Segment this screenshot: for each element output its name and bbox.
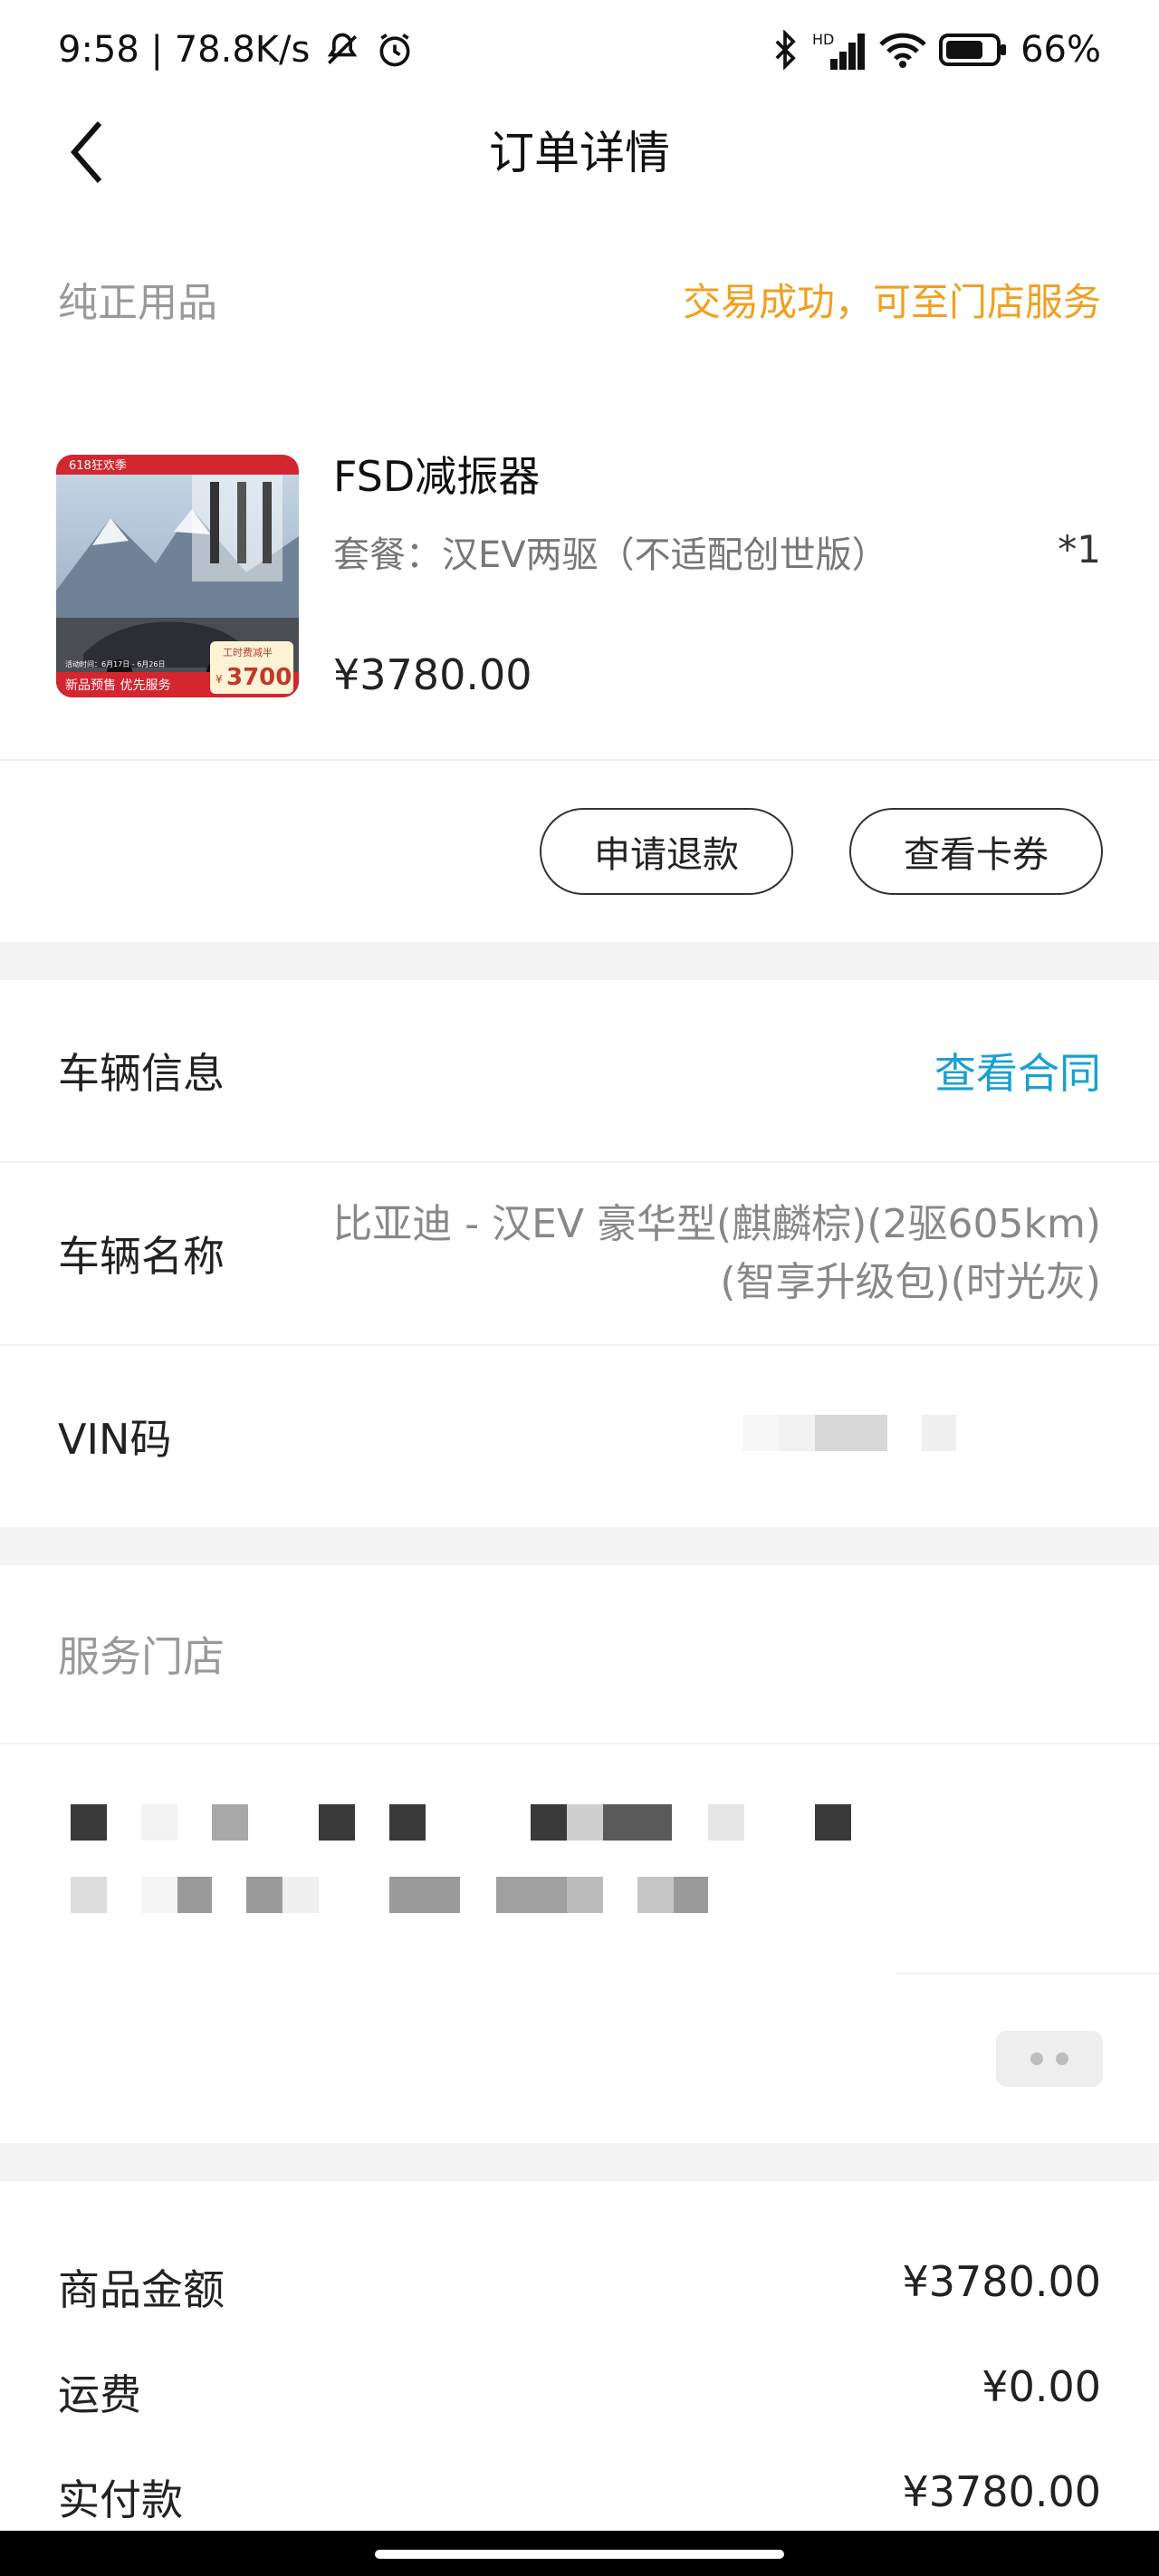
product-price: ¥3780.00 [333,650,532,699]
subtotal-label: 商品金额 [58,2265,225,2314]
section-gap [0,942,1159,980]
product-category: 纯正用品 [58,280,217,326]
product-quantity: *1 [1058,527,1101,572]
top-bar: 订单详情 [0,100,1159,199]
vehicle-name-value: 比亚迪 - 汉EV 豪华型(麒麟棕)(2驱605km) (智享升级包)(时光灰) [332,1196,1101,1312]
divider [0,759,1159,761]
battery-percent: 66% [1020,29,1101,71]
more-button[interactable] [996,2031,1103,2087]
mute-icon [322,30,362,70]
image-banner: 新品预售 优先服务 [65,678,170,693]
status-time: 9:58 | 78.8K/s [58,29,311,71]
order-status-text: 交易成功，可至门店服务 [682,279,1101,324]
image-date: 活动时间：6月17日 - 6月26日 [65,659,166,668]
view-contract-link[interactable]: 查看合同 [934,1041,1101,1101]
order-status-row: 纯正用品 交易成功，可至门店服务 [0,245,1159,353]
product-spec: 套餐：汉EV两驱（不适配创世版） [333,534,888,576]
back-button[interactable] [53,116,125,188]
divider [896,1973,1159,1975]
product-card[interactable]: 618狂欢季 新品预售 优先服务 工时费减半 ¥ 3700 活动时间：6月17日… [0,444,1159,716]
page-title: 订单详情 [489,127,670,179]
vin-row: VIN码 [0,1346,1159,1527]
dot-icon [1056,2052,1068,2065]
battery-icon [939,32,1008,68]
image-promo-price: 3700 [226,664,292,691]
vehicle-section-title: 车辆信息 [58,1049,225,1098]
product-image: 618狂欢季 新品预售 优先服务 工时费减半 ¥ 3700 活动时间：6月17日… [56,455,299,697]
section-gap [0,2143,1159,2181]
alarm-icon [375,30,415,70]
shipping-value: ¥0.00 [982,2362,1101,2411]
divider [0,1743,1159,1745]
dot-icon [1030,2052,1043,2065]
status-bar: 9:58 | 78.8K/s HD 66% [0,0,1159,100]
paid-value: ¥3780.00 [902,2467,1102,2516]
vehicle-name-line2: (智享升级包)(时光灰) [720,1259,1101,1305]
wifi-icon [879,30,926,70]
service-store-header: 服务门店 [0,1565,1159,1743]
service-store-title: 服务门店 [58,1632,225,1681]
view-coupon-button[interactable]: 查看卡券 [849,808,1103,895]
vehicle-name-label: 车辆名称 [58,1232,225,1281]
vehicle-name-line1: 比亚迪 - 汉EV 豪华型(麒麟棕)(2驱605km) [332,1201,1101,1247]
image-promo-currency: ¥ [216,673,223,686]
image-promo-label: 工时费减半 [223,646,273,658]
bluetooth-icon [771,30,800,70]
product-name: FSD减振器 [333,452,541,501]
home-indicator[interactable] [375,2550,784,2559]
refund-button[interactable]: 申请退款 [540,808,793,895]
summary-row-subtotal: 商品金额 ¥3780.00 [0,2257,1159,2317]
vin-label: VIN码 [58,1415,172,1464]
section-gap [0,1527,1159,1565]
summary-row-shipping: 运费 ¥0.00 [0,2362,1159,2422]
shipping-label: 运费 [58,2370,141,2419]
summary-row-paid: 实付款 ¥3780.00 [0,2467,1159,2527]
vehicle-name-row: 车辆名称 比亚迪 - 汉EV 豪华型(麒麟棕)(2驱605km) (智享升级包)… [0,1163,1159,1344]
back-arrow-icon [71,121,102,183]
hd-label: HD [812,31,834,48]
vehicle-info-header: 车辆信息 查看合同 [0,980,1159,1161]
image-badge-top: 618狂欢季 [69,459,127,473]
subtotal-value: ¥3780.00 [902,2257,1102,2306]
signal-icon: HD [812,30,867,70]
paid-label: 实付款 [58,2475,183,2524]
